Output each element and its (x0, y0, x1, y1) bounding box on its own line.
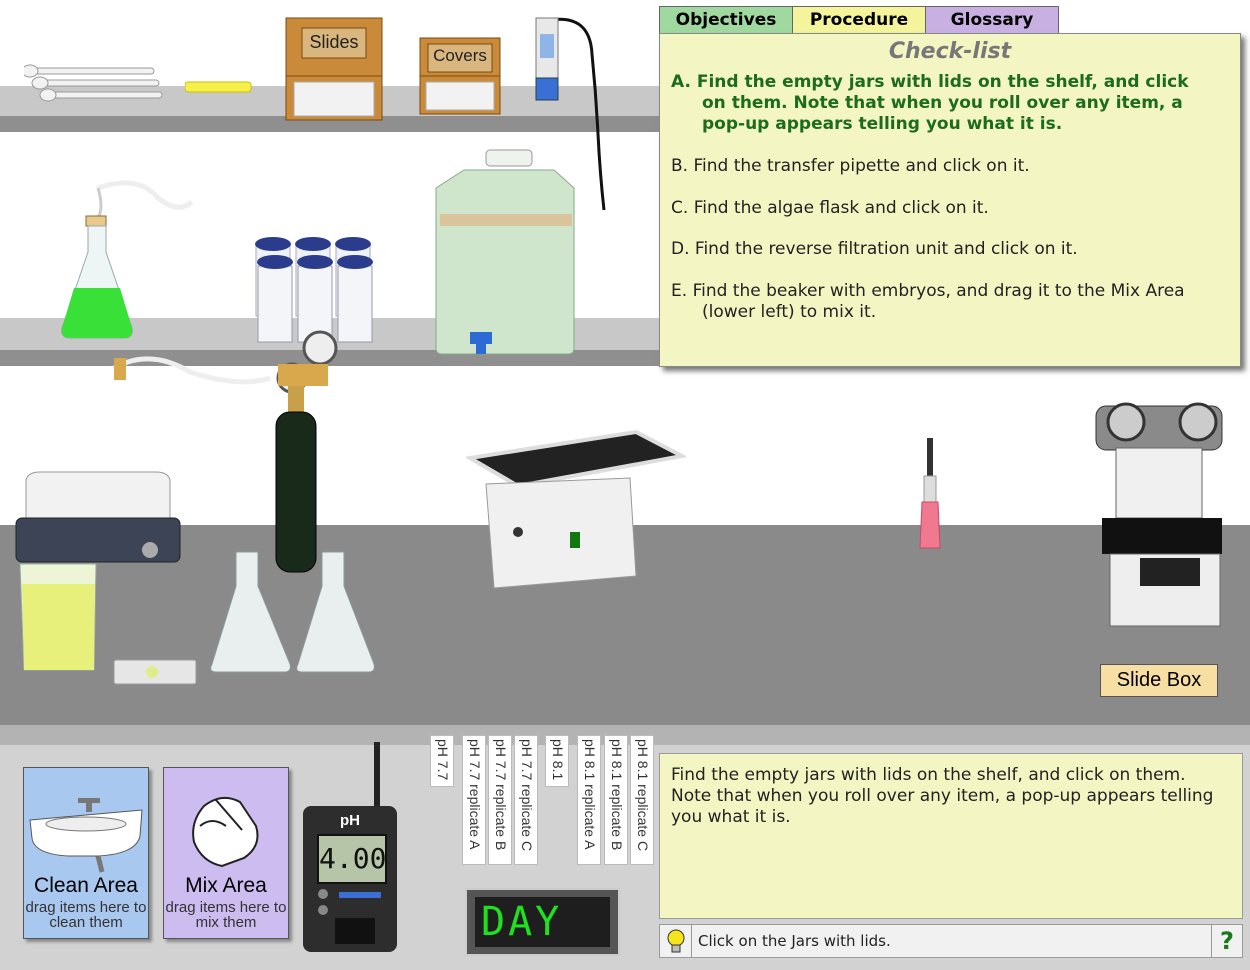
embryo-beaker[interactable] (18, 560, 100, 674)
day-display-text: DAY (475, 897, 610, 947)
cover-slips-box[interactable]: Covers (418, 36, 502, 116)
item-text: Find the beaker with embryos, and drag i… (692, 281, 1185, 301)
yellow-tube[interactable] (185, 80, 253, 94)
item-letter: B. (671, 156, 689, 176)
item-letter: E. (671, 281, 688, 301)
question-mark-icon: ? (1220, 927, 1234, 955)
water-carboy[interactable] (434, 148, 584, 360)
ph-meter-title: pH (340, 812, 360, 829)
checklist-item-d: D. Find the reverse filtration unit and … (671, 239, 1216, 260)
sink-icon (29, 798, 143, 873)
checklist-item-a: A. Find the empty jars with lids on the … (671, 72, 1216, 135)
tab-procedure[interactable]: Procedure (792, 6, 926, 34)
ph-label-7-7[interactable]: pH 7.7 (430, 735, 454, 787)
item-text: Find the transfer pipette and click on i… (693, 156, 1030, 176)
lightbulb-icon (667, 929, 684, 953)
item-text-rest: (lower left) to mix it. (702, 302, 877, 322)
item-letter: D. (671, 239, 690, 259)
slide-box-button[interactable]: Slide Box (1100, 664, 1218, 697)
covers-label: Covers (433, 46, 487, 65)
orbital-shaker[interactable] (466, 428, 686, 596)
ph-meter-buttons-icon (318, 889, 381, 944)
empty-flasks[interactable] (210, 546, 380, 676)
mixing-hands-icon (192, 796, 259, 868)
hot-plate-stirrer[interactable] (14, 470, 182, 566)
checklist-item-c: C. Find the algae flask and click on it. (671, 198, 1216, 219)
microscope-slide[interactable] (112, 658, 198, 686)
ph-label-8-1-rep-c[interactable]: pH 8.1 replicate C (630, 735, 654, 865)
ph-label-7-7-rep-c[interactable]: pH 7.7 replicate C (514, 735, 538, 865)
item-letter: A. (671, 72, 691, 92)
dropper-bottle[interactable] (916, 436, 946, 554)
ph-label-8-1-rep-a[interactable]: pH 8.1 replicate A (577, 735, 601, 865)
item-text: Find the empty jars with lids on the she… (696, 72, 1189, 92)
help-button[interactable]: ? (1211, 925, 1242, 957)
ph-label-8-1[interactable]: pH 8.1 (545, 735, 569, 787)
item-text-rest: on them. Note that when you roll over an… (702, 93, 1183, 134)
instruction-box: Find the empty jars with lids on the she… (659, 753, 1243, 919)
slides-box[interactable]: Slides (284, 16, 384, 122)
mix-area[interactable]: Mix Area drag items here to mix them (163, 767, 289, 939)
ph-label-7-7-rep-a[interactable]: pH 7.7 replicate A (462, 735, 486, 865)
hint-bar: Click on the Jars with lids. ? (659, 924, 1243, 958)
tab-glossary[interactable]: Glossary (925, 6, 1059, 34)
hint-button[interactable] (660, 925, 692, 957)
ph-meter[interactable]: pH 4.00 (303, 806, 397, 952)
checklist-item-e: E. Find the beaker with embryos, and dra… (671, 281, 1216, 323)
checklist-title: Check-list (888, 39, 1012, 64)
clean-area-title: Clean Area (34, 874, 138, 897)
clean-area[interactable]: Clean Area drag items here to clean them (23, 767, 149, 939)
mix-area-subtitle: drag items here to mix them (165, 899, 287, 931)
ph-meter-reading: 4.00 (317, 834, 387, 884)
instruction-text: Find the empty jars with lids on the she… (671, 765, 1214, 827)
day-display: DAY (465, 888, 620, 956)
middle-shelf-edge (0, 350, 700, 366)
transfer-pipettes[interactable] (24, 64, 164, 108)
checklist-item-b: B. Find the transfer pipette and click o… (671, 156, 1216, 177)
hint-text: Click on the Jars with lids. (698, 932, 891, 950)
slides-label: Slides (309, 32, 359, 52)
algae-flask[interactable] (58, 178, 198, 342)
mix-area-title: Mix Area (185, 874, 267, 897)
item-text: Find the reverse filtration unit and cli… (694, 239, 1078, 259)
ph-label-7-7-rep-b[interactable]: pH 7.7 replicate B (488, 735, 512, 865)
tab-objectives[interactable]: Objectives (659, 6, 793, 34)
item-text: Find the algae flask and click on it. (693, 198, 989, 218)
ph-label-8-1-rep-b[interactable]: pH 8.1 replicate B (604, 735, 628, 865)
clean-area-subtitle: drag items here to clean them (25, 899, 147, 931)
ph-meter-antenna-icon (374, 742, 380, 808)
checklist-panel: Check-list A. Find the empty jars with l… (659, 33, 1241, 367)
item-letter: C. (671, 198, 689, 218)
microscope[interactable] (1090, 398, 1230, 634)
